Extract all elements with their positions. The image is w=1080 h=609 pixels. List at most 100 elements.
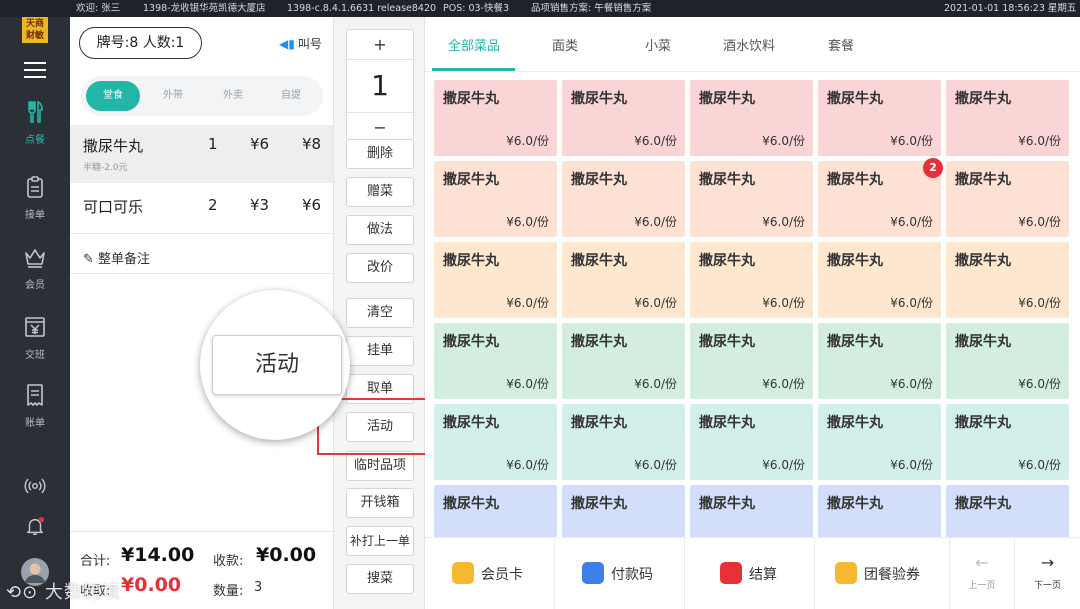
dish-price: ¥6.0/份 [762,458,805,472]
dish-card[interactable]: 撒尿牛丸 ¥6.0/份 [562,161,685,237]
nav-item-label: 会员 [25,280,45,291]
dish-card[interactable]: 撒尿牛丸 [818,485,941,540]
dish-card[interactable]: 撒尿牛丸 ¥6.0/份 [690,404,813,480]
delete-button[interactable]: 删除 [346,139,414,169]
version-text: 1398-c.8.4.1.6631 release8420 [287,3,437,14]
speaker-icon: ◀▮ [279,37,295,51]
open-cash-drawer-button[interactable]: 开钱箱 [346,488,414,518]
dish-card[interactable]: 撒尿牛丸 ¥6.0/份 [562,404,685,480]
table-info-pill[interactable]: 牌号:8 人数:1 [79,27,202,59]
settle-button[interactable]: 结算 [685,538,815,609]
nav-item-bill[interactable]: 账单 [0,383,70,429]
dish-card[interactable]: 撒尿牛丸 ¥6.0/份 [946,161,1069,237]
decrease-button[interactable]: − [347,112,413,142]
dish-name: 撒尿牛丸 [571,253,627,269]
dish-card[interactable]: 撒尿牛丸 ¥6.0/份 [818,404,941,480]
dish-name: 撒尿牛丸 [699,172,755,188]
temp-item-button[interactable]: 临时品项 [346,451,414,481]
reprint-last-button[interactable]: 补打上一单 [346,526,414,556]
action-column: + 1 − 删除 赠菜 做法 改价 清空 挂单 取单 活动 临时品项 开钱箱 补… [333,17,425,609]
dish-card[interactable]: 撒尿牛丸 [690,485,813,540]
nav-item-member[interactable]: 会员 [0,245,70,291]
tab-combos[interactable]: 套餐 [828,35,854,54]
hamburger-menu-icon[interactable] [24,62,46,80]
prev-page-button[interactable]: ← 上一页 [950,538,1015,609]
tab-noodles[interactable]: 面类 [552,35,578,54]
dish-card[interactable]: 撒尿牛丸 ¥6.0/份 [818,323,941,399]
datetime-text: 2021-01-01 18:56:23 星期五 [944,3,1077,14]
left-nav-rail: 天商 财敏 点餐 接单 会员 交班 账单 [0,17,70,609]
dish-card[interactable]: 撒尿牛丸 ¥6.0/份 [690,80,813,156]
mode-delivery[interactable]: 外卖 [206,81,260,111]
dish-card[interactable]: 撒尿牛丸 ¥6.0/份 [818,242,941,318]
increase-button[interactable]: + [347,30,413,60]
dish-card[interactable]: 撒尿牛丸 ¥6.0/份 [434,242,557,318]
dish-card[interactable]: 撒尿牛丸 ¥6.0/份 [434,323,557,399]
mode-pickup[interactable]: 自提 [264,81,318,111]
dish-price: ¥6.0/份 [1018,134,1061,148]
tab-all-dishes[interactable]: 全部菜品 [448,35,500,54]
dish-card[interactable]: 撒尿牛丸 ¥6.0/份 [946,242,1069,318]
dish-card[interactable]: 撒尿牛丸 ¥6.0/份 [434,161,557,237]
dish-card[interactable]: 撒尿牛丸 [946,485,1069,540]
nav-item-label: 点餐 [25,135,45,146]
dish-card[interactable]: 撒尿牛丸 ¥6.0/份 [690,242,813,318]
next-page-button[interactable]: → 下一页 [1015,538,1080,609]
yen-register-icon [25,317,45,337]
dish-price: ¥6.0/份 [634,377,677,391]
tab-drinks[interactable]: 酒水饮料 [723,35,775,54]
dish-card[interactable]: 撒尿牛丸 ¥6.0/份 [818,161,941,237]
dish-name: 撒尿牛丸 [443,172,499,188]
call-number-button[interactable]: ◀▮ 叫号 [279,35,322,52]
nav-item-order[interactable]: 点餐 [0,100,70,146]
payment-code-button[interactable]: 付款码 [555,538,685,609]
hold-order-button[interactable]: 挂单 [346,336,414,366]
notification-button[interactable] [0,515,70,541]
dish-card[interactable]: 撒尿牛丸 ¥6.0/份 [946,80,1069,156]
dish-price: ¥6.0/份 [1018,215,1061,229]
mode-dine-in[interactable]: 堂食 [86,81,140,111]
dish-card[interactable]: 撒尿牛丸 ¥6.0/份 [690,161,813,237]
mode-takeaway[interactable]: 外带 [146,81,200,111]
cooking-method-button[interactable]: 做法 [346,215,414,245]
member-card-button[interactable]: 会员卡 [425,538,555,609]
search-dish-button[interactable]: 搜菜 [346,564,414,594]
nav-item-receive[interactable]: 接单 [0,175,70,221]
dish-name: 撒尿牛丸 [827,496,883,512]
top-status-bar: 欢迎: 张三 1398-龙收银华苑凯德大厦店 1398-c.8.4.1.6631… [0,0,1080,17]
signal-button[interactable] [0,475,70,501]
dish-name: 撒尿牛丸 [699,496,755,512]
group-coupon-button[interactable]: 团餐验券 [815,538,950,609]
crown-icon [25,249,45,268]
checkout-bar: 会员卡 付款码 结算 团餐验券 ← 上一页 → 下一页 [425,537,1080,609]
dish-card[interactable]: 撒尿牛丸 ¥6.0/份 [690,323,813,399]
dish-card[interactable]: 撒尿牛丸 ¥6.0/份 [562,80,685,156]
tab-side-dishes[interactable]: 小菜 [645,35,671,54]
bell-icon [26,516,45,535]
dish-card[interactable]: 撒尿牛丸 [434,485,557,540]
dish-price: ¥6.0/份 [506,296,549,310]
dish-card[interactable]: 撒尿牛丸 ¥6.0/份 [946,323,1069,399]
received-label: 收款: [213,554,244,569]
clear-button[interactable]: 清空 [346,298,414,328]
arrow-right-icon: → [1040,553,1055,572]
dish-card[interactable]: 撒尿牛丸 ¥6.0/份 [946,404,1069,480]
change-price-button[interactable]: 改价 [346,253,414,283]
received-value: ¥0.00 [256,544,317,566]
dish-count-badge: 2 [923,158,943,178]
whole-order-note-button[interactable]: ✎ 整单备注 [83,248,150,267]
arrow-left-icon: ← [975,553,989,572]
order-line[interactable]: 撒尿牛丸 1 ¥6 ¥8 半糖-2.0元 [70,125,333,183]
dish-card[interactable]: 撒尿牛丸 ¥6.0/份 [562,323,685,399]
dish-card[interactable]: 撒尿牛丸 ¥6.0/份 [434,404,557,480]
dish-card[interactable]: 撒尿牛丸 ¥6.0/份 [434,80,557,156]
dish-card[interactable]: 撒尿牛丸 ¥6.0/份 [562,242,685,318]
gift-dish-button[interactable]: 赠菜 [346,177,414,207]
due-value: ¥0.00 [121,574,182,596]
dish-card[interactable]: 撒尿牛丸 ¥6.0/份 [818,80,941,156]
dish-name: 撒尿牛丸 [827,172,883,188]
order-line[interactable]: 可口可乐 2 ¥3 ¥6 [70,183,333,233]
nav-item-shift[interactable]: 交班 [0,315,70,361]
quantity-label: 数量: [213,584,244,599]
dish-card[interactable]: 撒尿牛丸 [562,485,685,540]
